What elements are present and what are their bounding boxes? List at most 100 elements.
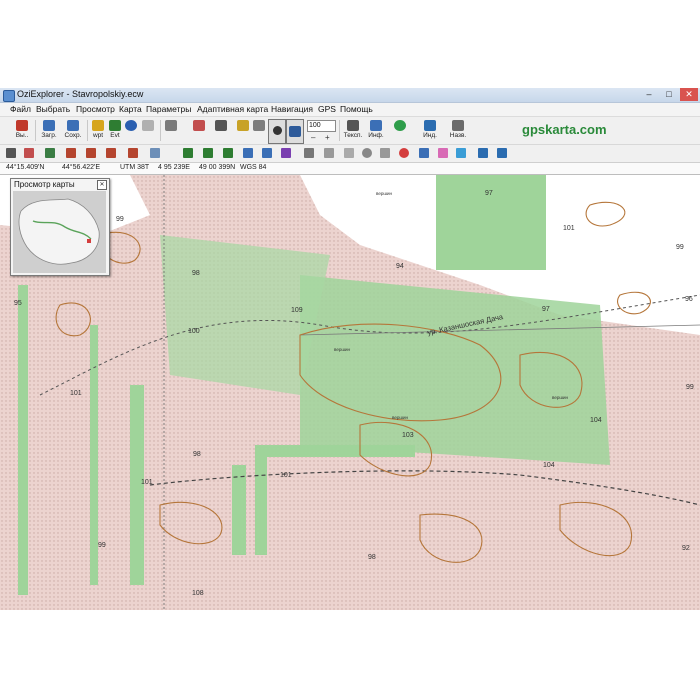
move-arrows-button[interactable] — [390, 119, 410, 142]
track-icon — [142, 120, 154, 131]
menu-parameters[interactable]: Параметры — [146, 104, 191, 114]
index-button[interactable]: Инд. — [420, 119, 440, 142]
elevation-label: 100 — [188, 328, 200, 335]
menu-gps[interactable]: GPS — [318, 104, 336, 114]
menu-select[interactable]: Выбрать — [36, 104, 70, 114]
compass-icon[interactable] — [344, 148, 354, 158]
elevation-label: 101 — [280, 472, 292, 479]
event-button[interactable]: Evt — [107, 119, 123, 142]
people-icon[interactable] — [478, 148, 488, 158]
people-2-icon[interactable] — [497, 148, 507, 158]
measure-button[interactable] — [191, 119, 207, 142]
marker-label: вершин — [334, 347, 350, 352]
close-window-button[interactable]: ✕ — [680, 88, 698, 101]
exit-button[interactable]: Вы.. — [12, 119, 32, 142]
layer-icon[interactable] — [45, 148, 55, 158]
names-button[interactable]: Назв. — [447, 119, 469, 142]
toolbar-separator — [339, 120, 340, 141]
info-button[interactable]: Инф. — [366, 119, 386, 142]
gps-tool-6-icon[interactable] — [281, 148, 291, 158]
elevation-label: 99 — [116, 216, 124, 223]
route-edit-icon[interactable] — [24, 148, 34, 158]
move-arrows-icon — [394, 120, 406, 131]
map-layer-button[interactable] — [236, 119, 250, 142]
gps-tool-5-icon[interactable] — [262, 148, 272, 158]
elevation-label: 103 — [402, 432, 414, 439]
gps-tool-4-icon[interactable] — [243, 148, 253, 158]
minimize-button[interactable]: – — [640, 88, 658, 101]
profile-chart-icon[interactable] — [438, 148, 448, 158]
position-icon[interactable] — [6, 148, 16, 158]
forest-strip — [18, 285, 28, 595]
menu-view[interactable]: Просмотр — [76, 104, 115, 114]
pan-tool-button[interactable] — [286, 119, 304, 144]
gps-tool-icon[interactable] — [183, 148, 193, 158]
elevation-label: 108 — [192, 590, 204, 597]
elevation-label: 99 — [686, 384, 694, 391]
elevation-label: 99 — [676, 244, 684, 251]
menu-help[interactable]: Помощь — [340, 104, 373, 114]
toolbar-separator — [87, 120, 88, 141]
exit-icon — [16, 120, 28, 131]
menu-file[interactable]: Файл — [10, 104, 31, 114]
secondary-toolbar — [0, 145, 700, 163]
route-button[interactable] — [124, 119, 138, 142]
elevation-label: 96 — [685, 296, 693, 303]
menu-bar: Файл Выбрать Просмотр Карта Параметры Ад… — [0, 103, 700, 117]
text-icon — [347, 120, 359, 131]
waypoint-icon — [92, 120, 104, 131]
brand-watermark: gpskarta.com — [522, 122, 607, 137]
zoom-in-button[interactable]: + — [325, 133, 330, 142]
grid-icon — [253, 120, 265, 131]
track-button[interactable] — [139, 119, 157, 142]
anchor-icon[interactable] — [380, 148, 390, 158]
map-tool-icon[interactable] — [150, 148, 160, 158]
waypoint-button[interactable]: wpt — [90, 119, 106, 142]
alarm-icon[interactable] — [399, 148, 409, 158]
zoom-level-select[interactable]: 100 — [307, 120, 336, 132]
app-window: OziExplorer - Stavropolskiy.ecw – □ ✕ Фа… — [0, 88, 700, 610]
navigation-icon[interactable] — [419, 148, 429, 158]
grid-button[interactable] — [252, 119, 266, 142]
zoom-tool-button[interactable] — [268, 119, 286, 144]
target-icon[interactable] — [362, 148, 372, 158]
title-bar[interactable]: OziExplorer - Stavropolskiy.ecw – □ ✕ — [0, 88, 700, 103]
zoom-out-button[interactable]: – — [311, 133, 315, 142]
antenna-icon[interactable] — [456, 148, 466, 158]
elevation-label: 98 — [193, 451, 201, 458]
gps-tool-3-icon[interactable] — [223, 148, 233, 158]
map-layer-icon — [237, 120, 249, 131]
menu-adaptive-map[interactable]: Адаптивная карта — [197, 104, 268, 114]
load-icon — [43, 120, 55, 131]
load-button[interactable]: Загр. — [38, 119, 60, 142]
elevation-label: 95 — [14, 300, 22, 307]
toolbar-separator — [35, 120, 36, 141]
forest-strips — [160, 235, 330, 395]
route-icon — [125, 120, 137, 131]
list-icon[interactable] — [324, 148, 334, 158]
gps-tool-2-icon[interactable] — [203, 148, 213, 158]
save-button[interactable]: Сохр. — [62, 119, 84, 142]
zoom-300-icon[interactable] — [66, 148, 76, 158]
ruler-button[interactable] — [163, 119, 179, 142]
grid-lines-icon[interactable] — [304, 148, 314, 158]
save-icon — [67, 120, 79, 131]
zoom-small-icon[interactable] — [128, 148, 138, 158]
zoom-200-icon[interactable] — [86, 148, 96, 158]
overview-title: Просмотр карты — [14, 180, 75, 189]
forest-strip — [232, 465, 246, 555]
overview-map[interactable] — [13, 191, 106, 273]
forest-strip — [255, 445, 267, 555]
forest-strip — [90, 325, 98, 585]
menu-navigation[interactable]: Навигация — [271, 104, 313, 114]
menu-map[interactable]: Карта — [119, 104, 142, 114]
overview-panel[interactable]: Просмотр карты ✕ — [10, 178, 110, 276]
zoom-full-icon[interactable] — [106, 148, 116, 158]
binoculars-button[interactable] — [213, 119, 229, 142]
text-button[interactable]: Тексп. — [342, 119, 364, 142]
toolbar-separator — [160, 120, 161, 141]
maximize-button[interactable]: □ — [660, 88, 678, 101]
status-bar: 44°15.409'N 44°56.422'E UTM 38T 4 95 239… — [0, 163, 700, 175]
measure-icon — [193, 120, 205, 131]
overview-close-button[interactable]: ✕ — [97, 180, 107, 190]
